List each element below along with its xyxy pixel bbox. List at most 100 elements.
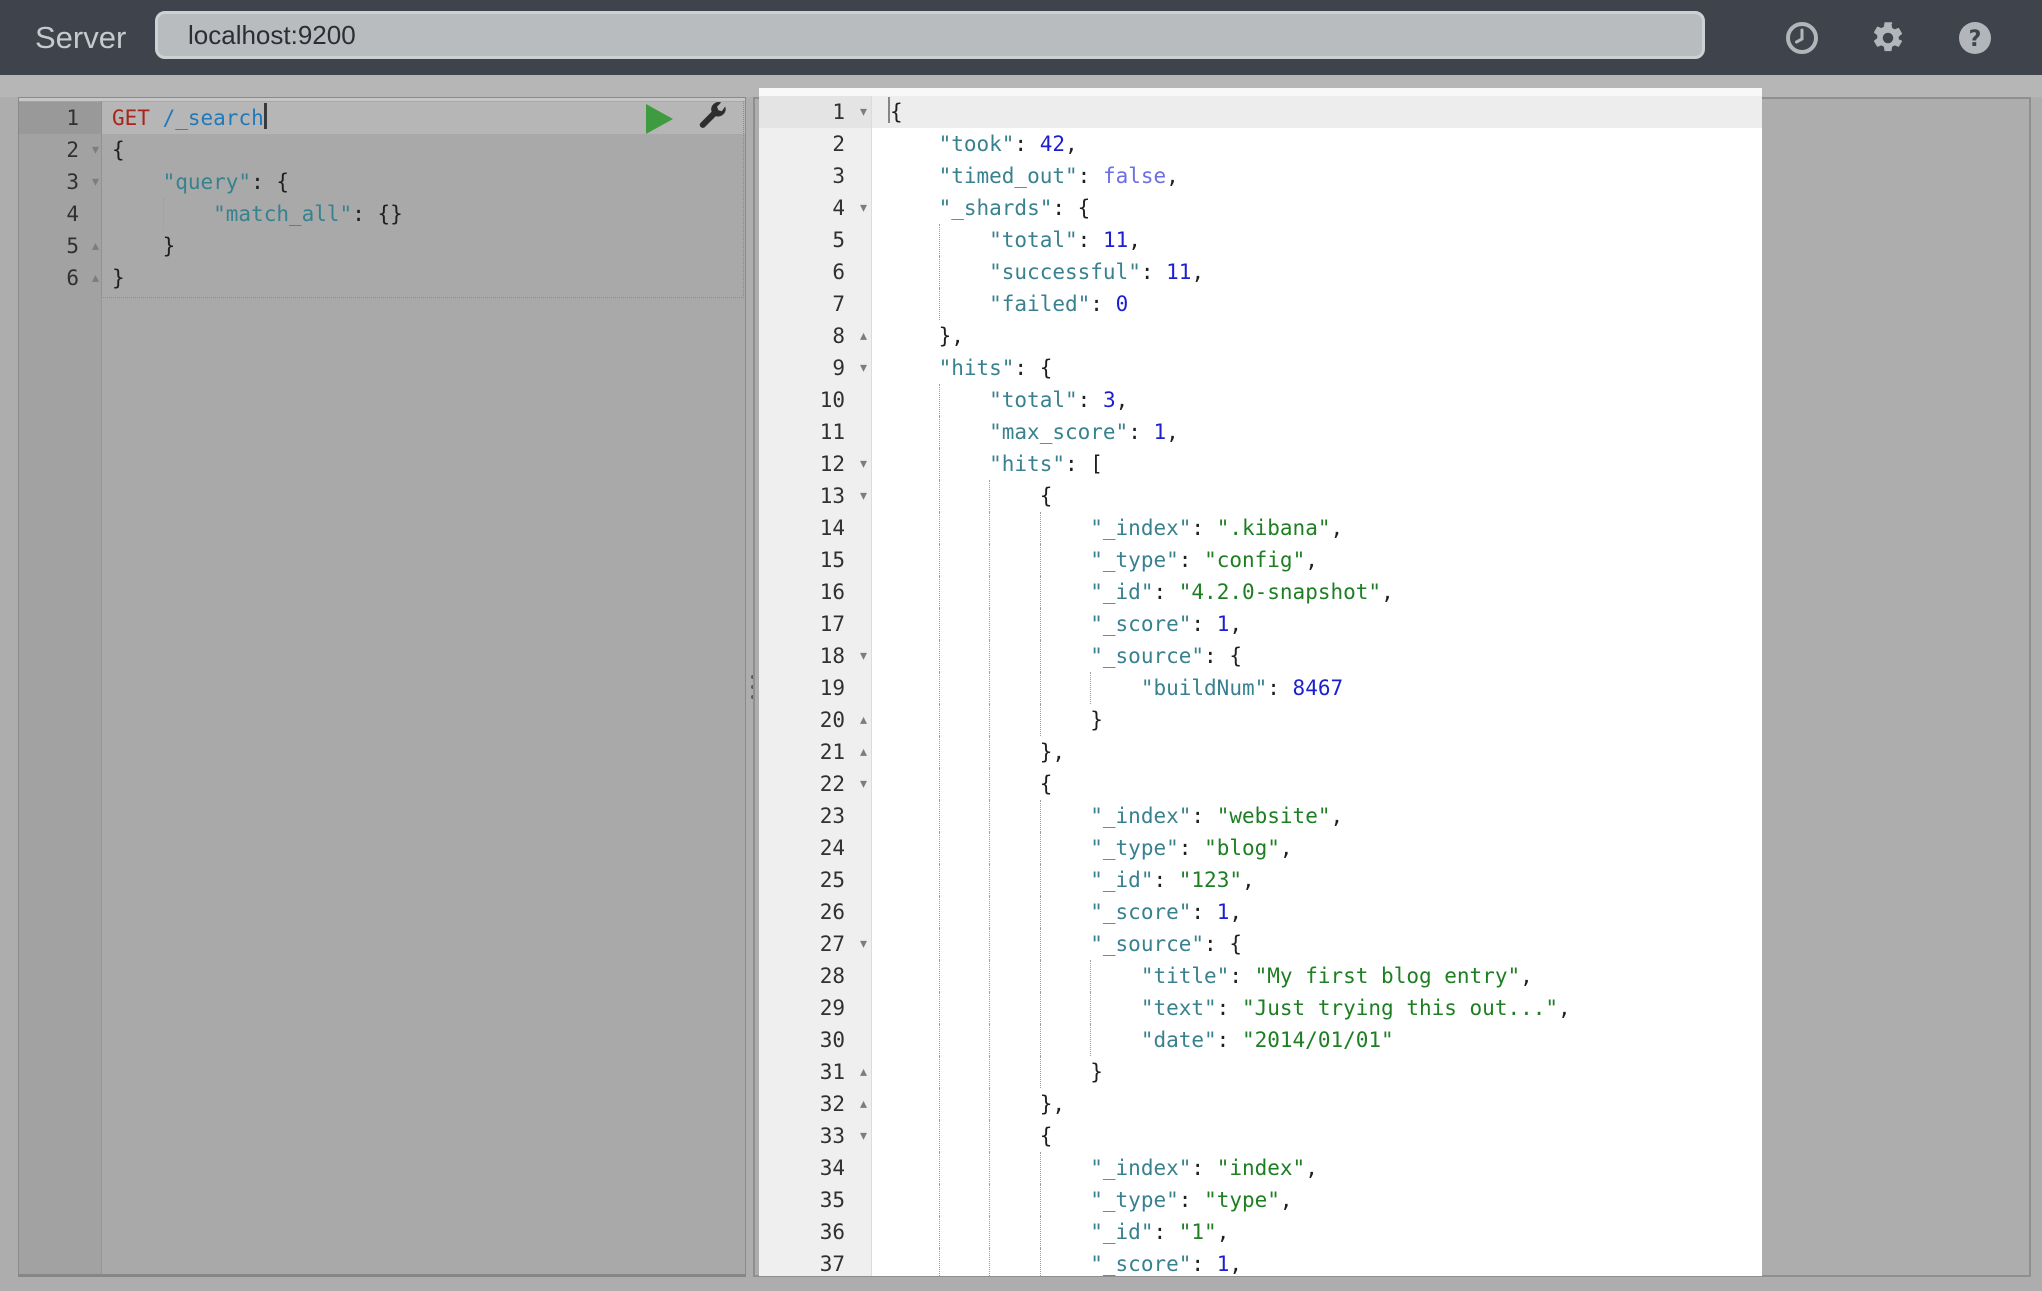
code-line[interactable]: } [112, 230, 745, 262]
indent-guide [1039, 544, 1091, 576]
code-line[interactable]: "query": { [112, 166, 745, 198]
code-token: "1" [1178, 1220, 1217, 1244]
code-line[interactable]: "timed_out": false, [888, 160, 1762, 192]
request-editor-content[interactable]: GET /_search{"query": {"match_all": {}}} [102, 98, 745, 1274]
fold-open-icon[interactable]: ▾ [860, 480, 867, 512]
code-line[interactable]: "title": "My first blog entry", [888, 960, 1762, 992]
indent-guide [938, 832, 990, 864]
code-line[interactable]: "_score": 1, [888, 1248, 1762, 1276]
code-line[interactable]: "_id": "123", [888, 864, 1762, 896]
help-icon[interactable]: ? [1957, 20, 1993, 56]
code-line[interactable]: "hits": [ [888, 448, 1762, 480]
fold-open-icon[interactable]: ▾ [860, 96, 867, 128]
code-token: : [1267, 676, 1293, 700]
fold-open-icon[interactable]: ▾ [860, 448, 867, 480]
fold-open-icon[interactable]: ▾ [92, 134, 99, 166]
fold-end-icon[interactable]: ▴ [860, 1056, 867, 1088]
wrench-tools-button[interactable] [696, 101, 728, 133]
history-icon[interactable] [1784, 20, 1820, 56]
gutter-row: 29 [759, 992, 871, 1024]
code-line[interactable]: "_type": "blog", [888, 832, 1762, 864]
code-line[interactable]: "_index": "index", [888, 1152, 1762, 1184]
fold-open-icon[interactable]: ▾ [860, 768, 867, 800]
code-line[interactable]: "took": 42, [888, 128, 1762, 160]
code-line[interactable]: "date": "2014/01/01" [888, 1024, 1762, 1056]
code-line[interactable]: }, [888, 320, 1762, 352]
fold-open-icon[interactable]: ▾ [860, 192, 867, 224]
code-line[interactable]: { [112, 134, 745, 166]
line-number: 31 [819, 1060, 845, 1084]
code-line[interactable]: "max_score": 1, [888, 416, 1762, 448]
code-line[interactable]: }, [888, 736, 1762, 768]
code-line[interactable]: "total": 11, [888, 224, 1762, 256]
indent-guide [1039, 1216, 1091, 1248]
code-token: : [1216, 1028, 1242, 1052]
request-editor-top-strip [19, 98, 745, 101]
indent-guide [888, 512, 939, 544]
fold-open-icon[interactable]: ▾ [860, 352, 867, 384]
code-token: { [112, 138, 125, 162]
code-line[interactable]: } [888, 704, 1762, 736]
gutter-row: 14 [759, 512, 871, 544]
fold-open-icon[interactable]: ▾ [860, 640, 867, 672]
fold-end-icon[interactable]: ▴ [860, 736, 867, 768]
code-line[interactable]: "buildNum": 8467 [888, 672, 1762, 704]
code-line[interactable]: "_type": "type", [888, 1184, 1762, 1216]
code-line[interactable]: } [112, 262, 745, 294]
fold-end-icon[interactable]: ▴ [860, 704, 867, 736]
fold-end-icon[interactable]: ▴ [92, 230, 99, 262]
code-token: ".kibana" [1216, 516, 1331, 540]
fold-open-icon[interactable]: ▾ [860, 928, 867, 960]
response-editor-content[interactable]: {"took": 42, "timed_out": false, "_shards"… [872, 88, 1762, 1276]
code-token: , [1381, 580, 1394, 604]
code-token: : [1191, 516, 1217, 540]
code-token: : {} [352, 202, 403, 226]
fold-end-icon[interactable]: ▴ [92, 262, 99, 294]
server-address-input[interactable] [155, 11, 1705, 59]
response-editor[interactable]: 1 ▾ 2 3 4 ▾ 5 6 7 8 ▴ 9 ▾ 10 11 12 ▾ 13 ▾ 14 15 16 17 18 ▾ 19 20 ▴ 2… [759, 88, 1762, 1276]
code-token: 0 [1115, 292, 1129, 316]
gutter-row: 20 ▴ [759, 704, 871, 736]
code-line[interactable]: "_score": 1, [888, 896, 1762, 928]
code-line[interactable]: { [888, 1120, 1762, 1152]
indent-guide [112, 230, 163, 262]
code-line[interactable]: "_id": "1", [888, 1216, 1762, 1248]
indent-guide [1039, 896, 1091, 928]
line-number: 29 [819, 996, 845, 1020]
indent-guide [989, 960, 1040, 992]
code-line[interactable]: "match_all": {} [112, 198, 745, 230]
code-line[interactable]: "_index": "website", [888, 800, 1762, 832]
code-line[interactable]: "_index": ".kibana", [888, 512, 1762, 544]
code-line[interactable]: "text": "Just trying this out...", [888, 992, 1762, 1024]
fold-end-icon[interactable]: ▴ [860, 320, 867, 352]
code-line[interactable]: "_type": "config", [888, 544, 1762, 576]
gutter-row: 13 ▾ [759, 480, 871, 512]
fold-open-icon[interactable]: ▾ [860, 1120, 867, 1152]
code-line[interactable]: "_score": 1, [888, 608, 1762, 640]
code-token: { [1039, 1124, 1053, 1148]
code-line[interactable]: "hits": { [888, 352, 1762, 384]
code-line[interactable]: "successful": 11, [888, 256, 1762, 288]
gutter-row: 22 ▾ [759, 768, 871, 800]
request-editor[interactable]: 1 2 ▾ 3 ▾ 4 5 ▴ 6 ▴ GET /_search{"query": {"match… [18, 97, 746, 1277]
code-line[interactable]: } [888, 1056, 1762, 1088]
code-line[interactable]: "_shards": { [888, 192, 1762, 224]
indent-guide [888, 352, 939, 384]
gutter-row: 34 [759, 1152, 871, 1184]
code-line[interactable]: { [888, 480, 1762, 512]
send-request-button[interactable] [646, 104, 673, 134]
settings-icon[interactable] [1870, 20, 1906, 56]
indent-guide [938, 1216, 990, 1248]
code-line[interactable]: "total": 3, [888, 384, 1762, 416]
code-line[interactable]: "_source": { [888, 928, 1762, 960]
code-line[interactable]: { [888, 768, 1762, 800]
fold-end-icon[interactable]: ▴ [860, 1088, 867, 1120]
line-number: 5 [832, 228, 845, 252]
code-line[interactable]: { [872, 96, 1762, 128]
indent-guide [1039, 576, 1091, 608]
code-line[interactable]: "_source": { [888, 640, 1762, 672]
code-line[interactable]: }, [888, 1088, 1762, 1120]
code-line[interactable]: "_id": "4.2.0-snapshot", [888, 576, 1762, 608]
code-line[interactable]: "failed": 0 [888, 288, 1762, 320]
fold-open-icon[interactable]: ▾ [92, 166, 99, 198]
